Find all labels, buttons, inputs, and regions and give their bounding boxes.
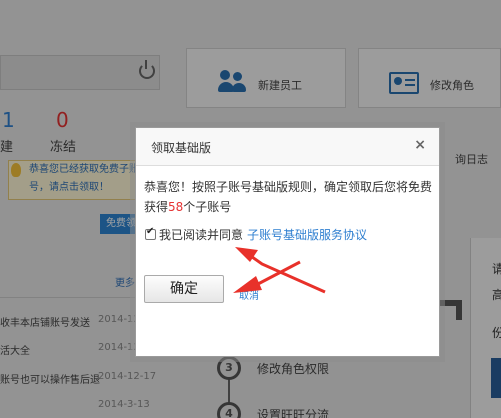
arrowhead-confirm <box>233 276 262 293</box>
annotation-arrows <box>233 247 326 294</box>
